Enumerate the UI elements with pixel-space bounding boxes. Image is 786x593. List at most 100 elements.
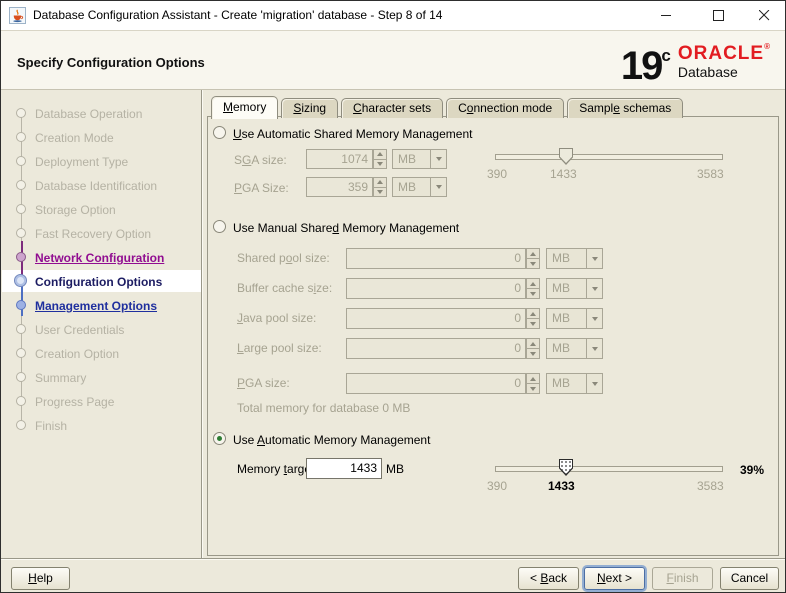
- step-bullet: [16, 324, 26, 334]
- next-button[interactable]: Next >: [584, 567, 645, 590]
- sga-unit-select: MB: [392, 149, 447, 169]
- wizard-header: Specify Configuration Options 19c ORACLE…: [1, 31, 785, 90]
- large-pool-size-label: Large pool size:: [237, 341, 322, 355]
- step-bullet: [16, 180, 26, 190]
- java-icon: [9, 7, 26, 24]
- back-button[interactable]: < Back: [518, 567, 579, 590]
- step-bullet: [16, 420, 26, 430]
- amm-slider-min: 390: [487, 479, 507, 493]
- spinner-up-icon: [373, 149, 387, 160]
- sidebar-step-progress-page: Progress Page: [1, 392, 201, 412]
- minimize-icon[interactable]: [647, 1, 685, 30]
- sidebar-step-database-operation: Database Operation: [1, 104, 201, 124]
- close-icon[interactable]: [745, 1, 783, 30]
- tab-character-sets[interactable]: Character sets: [341, 98, 443, 118]
- buffer-cache-size-field: 0: [346, 278, 526, 299]
- java-pool-unit-select: MB: [546, 308, 603, 329]
- tab-sample-schemas[interactable]: Sample schemas: [567, 98, 683, 118]
- dropdown-arrow-icon: [586, 309, 602, 328]
- spinner-down-icon: [526, 289, 540, 299]
- amm-radio[interactable]: [213, 432, 226, 445]
- step-bullet: [16, 348, 26, 358]
- tab-connection-mode[interactable]: Connection mode: [446, 98, 564, 118]
- sidebar-step-deployment-type: Deployment Type: [1, 152, 201, 172]
- sidebar-step-creation-option: Creation Option: [1, 344, 201, 364]
- pga-manual-unit-select: MB: [546, 373, 603, 394]
- step-bullet: [16, 396, 26, 406]
- sidebar-step-fast-recovery-option: Fast Recovery Option: [1, 224, 201, 244]
- sidebar-step-management-options[interactable]: Management Options: [1, 296, 201, 316]
- shared-pool-size-label: Shared pool size:: [237, 251, 330, 265]
- spinner-down-icon: [526, 349, 540, 359]
- step-bullet: [16, 132, 26, 142]
- sidebar-step-user-credentials: User Credentials: [1, 320, 201, 340]
- maximize-icon[interactable]: [699, 1, 737, 30]
- step-bullet: [16, 108, 26, 118]
- window-title: Database Configuration Assistant - Creat…: [33, 1, 442, 30]
- dropdown-arrow-icon: [586, 374, 602, 393]
- large-pool-size-stepper: [526, 338, 540, 359]
- step-bullet: [16, 300, 26, 310]
- large-pool-size-field: 0: [346, 338, 526, 359]
- config-tabs: Memory Sizing Character sets Connection …: [211, 96, 686, 119]
- spinner-down-icon: [526, 259, 540, 269]
- database-text: Database: [678, 65, 771, 79]
- sidebar-step-finish: Finish: [1, 416, 201, 436]
- sga-slider-track: [495, 154, 723, 160]
- buffer-cache-unit-select: MB: [546, 278, 603, 299]
- memory-target-unit: MB: [386, 462, 404, 476]
- oracle-19c-logo: 19c ORACLE® Database: [621, 38, 771, 84]
- dropdown-arrow-icon: [586, 279, 602, 298]
- dbca-window: Database Configuration Assistant - Creat…: [0, 0, 786, 593]
- memory-percent-value: 39%: [740, 463, 764, 477]
- finish-button: Finish: [652, 567, 713, 590]
- pga-size-label: PGA Size:: [234, 181, 289, 195]
- help-button[interactable]: Help: [11, 567, 70, 590]
- shared-pool-size-field: 0: [346, 248, 526, 269]
- footer-separator-highlight: [1, 559, 785, 560]
- pga-size-manual-label: PGA size:: [237, 376, 290, 390]
- spinner-up-icon: [373, 177, 387, 188]
- sga-slider-max: 3583: [697, 167, 724, 181]
- sidebar-step-network-configuration[interactable]: Network Configuration: [1, 248, 201, 268]
- spinner-up-icon: [526, 248, 540, 259]
- amm-slider-current: 1433: [548, 479, 575, 493]
- msmm-radio-label[interactable]: Use Manual Shared Memory Management: [233, 221, 459, 235]
- step-bullet: [16, 228, 26, 238]
- sidebar-divider-highlight: [202, 90, 203, 558]
- amm-slider-max: 3583: [697, 479, 724, 493]
- oracle-brand-text: ORACLE®: [678, 43, 771, 63]
- asmm-radio[interactable]: [213, 126, 226, 139]
- spinner-down-icon: [526, 384, 540, 394]
- spinner-down-icon: [526, 319, 540, 329]
- spinner-up-icon: [526, 278, 540, 289]
- sga-slider-current: 1433: [550, 167, 577, 181]
- tab-sizing[interactable]: Sizing: [281, 98, 338, 118]
- cancel-button[interactable]: Cancel: [720, 567, 779, 590]
- shared-pool-unit-select: MB: [546, 248, 603, 269]
- dropdown-arrow-icon: [586, 249, 602, 268]
- memory-target-input[interactable]: 1433: [306, 458, 382, 479]
- large-pool-unit-select: MB: [546, 338, 603, 359]
- amm-radio-label[interactable]: Use Automatic Memory Management: [233, 433, 430, 447]
- step-bullet: [16, 372, 26, 382]
- msmm-radio[interactable]: [213, 220, 226, 233]
- pga-size-stepper: [373, 177, 387, 197]
- page-title: Specify Configuration Options: [17, 55, 205, 70]
- buffer-cache-size-label: Buffer cache size:: [237, 281, 332, 295]
- shared-pool-size-stepper: [526, 248, 540, 269]
- sidebar-step-database-identification: Database Identification: [1, 176, 201, 196]
- memory-target-slider-track[interactable]: [495, 466, 723, 472]
- spinner-down-icon: [373, 188, 387, 198]
- spinner-up-icon: [526, 373, 540, 384]
- pga-size-field: 359: [306, 177, 373, 197]
- tab-memory[interactable]: Memory: [211, 96, 278, 119]
- java-pool-size-field: 0: [346, 308, 526, 329]
- asmm-radio-label[interactable]: Use Automatic Shared Memory Management: [233, 127, 472, 141]
- step-bullet: [16, 252, 26, 262]
- title-bar: Database Configuration Assistant - Creat…: [1, 1, 785, 31]
- step-bullet: [14, 274, 27, 287]
- java-pool-size-label: Java pool size:: [237, 311, 316, 325]
- spinner-up-icon: [526, 338, 540, 349]
- sidebar-step-creation-mode: Creation Mode: [1, 128, 201, 148]
